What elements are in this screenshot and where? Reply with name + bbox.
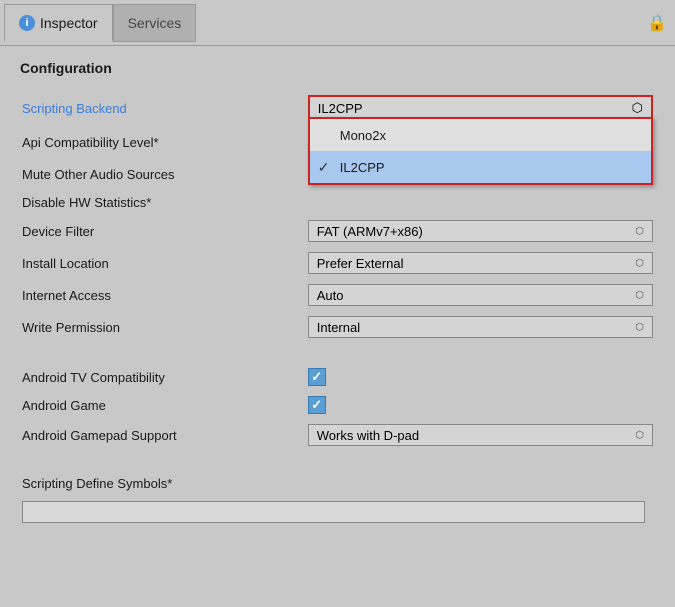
scripting-backend-popup: Mono2x ✓ IL2CPP: [308, 117, 653, 185]
write-permission-arrow: ⬡: [635, 322, 644, 333]
label-disable-hw: Disable HW Statistics*: [22, 195, 151, 210]
row-scripting-symbols: Scripting Define Symbols*: [20, 471, 655, 496]
row-internet-access: Internet Access Auto ⬡: [20, 279, 655, 311]
write-permission-button[interactable]: Internal ⬡: [308, 316, 653, 338]
row-android-tv: Android TV Compatibility ✓: [20, 363, 655, 391]
option-mono2x-wrapper: Mono2x: [310, 119, 651, 151]
install-location-arrow: ⬡: [635, 258, 644, 269]
label-scripting-symbols: Scripting Define Symbols*: [22, 476, 172, 491]
android-tv-checkbox[interactable]: ✓: [308, 368, 326, 386]
device-filter-arrow: ⬡: [635, 226, 644, 237]
android-tv-checkbox-cell: ✓: [308, 368, 653, 386]
option-il2cpp-wrapper: ✓ IL2CPP: [310, 151, 651, 183]
android-gamepad-value: Works with D-pad: [317, 428, 419, 443]
option-il2cpp[interactable]: ✓ IL2CPP: [310, 151, 651, 183]
row-android-game: Android Game ✓: [20, 391, 655, 419]
label-android-tv: Android TV Compatibility: [22, 370, 165, 385]
write-permission-value: Internal: [317, 320, 360, 335]
tab-services[interactable]: Services: [113, 4, 197, 42]
row-scripting-backend: Scripting Backend IL2CPP ⬡: [20, 90, 655, 126]
internet-access-value: Auto: [317, 288, 344, 303]
label-install-location: Install Location: [22, 256, 109, 271]
tab-inspector-label: Inspector: [40, 15, 98, 31]
section-title: Configuration: [20, 60, 655, 76]
android-gamepad-arrow: ⬡: [635, 430, 644, 441]
android-game-checkbox-cell: ✓: [308, 396, 653, 414]
android-gamepad-button[interactable]: Works with D-pad ⬡: [308, 424, 653, 446]
device-filter-button[interactable]: FAT (ARMv7+x86) ⬡: [308, 220, 653, 242]
install-location-value: Prefer External: [317, 256, 404, 271]
tab-bar: i Inspector Services 🔒: [0, 0, 675, 46]
internet-access-arrow: ⬡: [635, 290, 644, 301]
row-device-filter: Device Filter FAT (ARMv7+x86) ⬡: [20, 215, 655, 247]
android-game-checkbox[interactable]: ✓: [308, 396, 326, 414]
label-device-filter: Device Filter: [22, 224, 94, 239]
label-mute-audio: Mute Other Audio Sources: [22, 167, 174, 182]
settings-table: Scripting Backend IL2CPP ⬡: [20, 90, 655, 528]
label-write-permission: Write Permission: [22, 320, 120, 335]
option-mono2x-label: Mono2x: [340, 128, 386, 143]
scripting-backend-value: IL2CPP: [318, 101, 363, 116]
content-area: Configuration Scripting Backend IL2CPP ⬡: [0, 46, 675, 607]
row-install-location: Install Location Prefer External ⬡: [20, 247, 655, 279]
option-il2cpp-label: IL2CPP: [340, 160, 385, 175]
label-internet-access: Internet Access: [22, 288, 111, 303]
row-android-gamepad: Android Gamepad Support Works with D-pad…: [20, 419, 655, 451]
device-filter-value: FAT (ARMv7+x86): [317, 224, 423, 239]
lock-icon[interactable]: 🔒: [647, 13, 667, 33]
scripting-backend-button[interactable]: IL2CPP ⬡: [310, 97, 651, 119]
tab-inspector[interactable]: i Inspector: [4, 4, 113, 42]
scripting-backend-wrapper: IL2CPP ⬡ Mono2x: [308, 95, 653, 121]
row-scripting-symbols-input: [20, 496, 655, 528]
info-icon: i: [19, 15, 35, 31]
scripting-symbols-input[interactable]: [22, 501, 645, 523]
check-mark-icon: ✓: [318, 159, 330, 176]
label-api-compatibility: Api Compatibility Level*: [22, 135, 159, 150]
label-scripting-backend: Scripting Backend: [22, 101, 127, 116]
gap-row: [20, 343, 655, 363]
tab-services-label: Services: [128, 15, 182, 31]
label-android-game: Android Game: [22, 398, 106, 413]
install-location-button[interactable]: Prefer External ⬡: [308, 252, 653, 274]
row-disable-hw: Disable HW Statistics*: [20, 190, 655, 215]
scripting-backend-dropdown-container: IL2CPP ⬡ Mono2x: [308, 95, 653, 121]
gap-row-2: [20, 451, 655, 471]
label-android-gamepad: Android Gamepad Support: [22, 428, 177, 443]
row-write-permission: Write Permission Internal ⬡: [20, 311, 655, 343]
option-mono2x[interactable]: Mono2x: [310, 119, 651, 151]
scripting-backend-arrow: ⬡: [632, 100, 643, 116]
main-window: i Inspector Services 🔒 Configuration Scr…: [0, 0, 675, 607]
internet-access-button[interactable]: Auto ⬡: [308, 284, 653, 306]
